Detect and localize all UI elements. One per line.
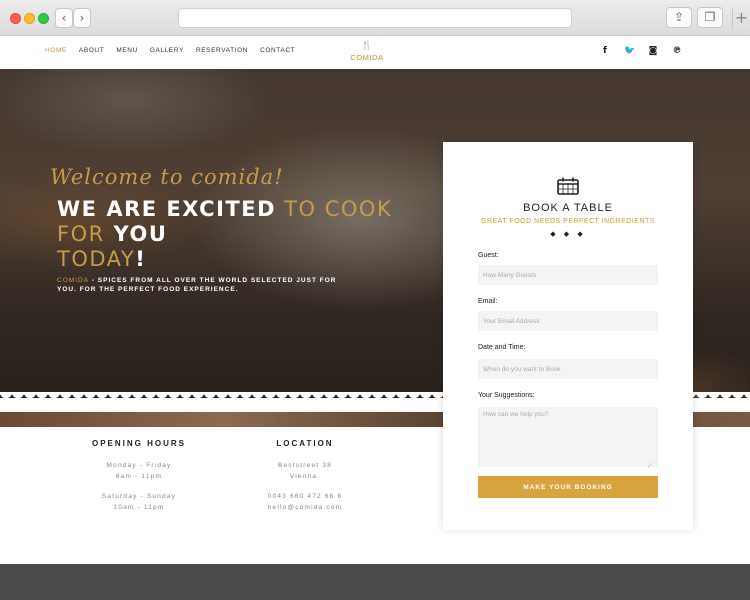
footer [0, 564, 750, 600]
weekend-time: 10am - 11pm [113, 504, 165, 511]
back-button[interactable]: ‹ [55, 8, 73, 28]
suggestions-label: Your Suggestions: [478, 392, 535, 399]
nav-reservation[interactable]: RESERVATION [196, 47, 248, 54]
chevron-right-icon: › [79, 11, 85, 25]
tagline-brand: COMIDA [57, 277, 89, 284]
maximize-window-button[interactable] [38, 13, 49, 24]
weekend-days: Saturday - Sunday [101, 493, 177, 500]
street-address: Beststreet 38 [278, 462, 332, 469]
diamond-divider: ◆ ◆ ◆ [550, 230, 586, 238]
headline-part-3: YOU [104, 222, 168, 246]
twitter-icon[interactable]: 🐦 [624, 46, 635, 56]
site-logo[interactable]: 🍴 COMIDA [345, 41, 389, 63]
weekday-days: Monday - Friday [106, 462, 172, 469]
share-button[interactable]: ⇪ [666, 7, 692, 28]
fork-knife-icon: 🍴 [361, 41, 373, 51]
guest-input[interactable] [478, 265, 658, 285]
city: Vienna. [289, 473, 321, 480]
headline-part-4: TODAY [57, 247, 136, 271]
email-input[interactable] [478, 311, 658, 331]
facebook-icon[interactable]: f [600, 46, 610, 56]
tabs-icon: ❐ [704, 10, 716, 24]
make-booking-button[interactable]: MAKE YOUR BOOKING [478, 476, 658, 498]
instagram-icon[interactable]: ◙ [648, 46, 658, 56]
forward-button[interactable]: › [73, 8, 91, 28]
booking-subtitle: GREAT FOOD NEEDS PERFECT INGREDIENTS [481, 218, 655, 225]
email-label: Email: [478, 298, 498, 305]
suggestions-textarea[interactable] [478, 407, 658, 467]
browser-toolbar: ‹ › ⇪ ❐ + [0, 0, 750, 36]
date-label: Date and Time: [478, 344, 526, 351]
hero-tagline: COMIDA - SPICES FROM ALL OVER THE WORLD … [57, 276, 337, 294]
nav-menu[interactable]: MENU [116, 47, 138, 54]
pinterest-icon[interactable]: ℗ [672, 46, 682, 56]
guest-label: Guest: [478, 252, 499, 259]
share-icon: ⇪ [673, 10, 685, 24]
booking-title: BOOK A TABLE [523, 202, 613, 214]
location-title: LOCATION [276, 439, 334, 448]
social-links: f 🐦 ◙ ℗ [600, 46, 682, 56]
nav-gallery[interactable]: GALLERY [150, 47, 184, 54]
nav-contact[interactable]: CONTACT [260, 47, 295, 54]
main-menu: HOME ABOUT MENU GALLERY RESERVATION CONT… [45, 47, 295, 54]
date-time-input[interactable] [478, 359, 658, 379]
calendar-icon [557, 177, 579, 195]
tagline-text: - SPICES FROM ALL OVER THE WORLD SELECTE… [57, 277, 337, 293]
close-window-button[interactable] [10, 13, 21, 24]
headline-part-1: WE ARE EXCITED [57, 197, 277, 221]
email-address[interactable]: hello@comida.com [240, 502, 370, 513]
resize-handle[interactable]: ⁄ [649, 462, 650, 470]
chevron-left-icon: ‹ [61, 11, 67, 25]
address-bar[interactable] [178, 8, 572, 28]
plus-icon: + [734, 8, 749, 27]
hero-headline: WE ARE EXCITED TO COOK FOR YOU TODAY! [57, 197, 397, 272]
opening-hours-title: OPENING HOURS [91, 439, 186, 448]
phone-number: 0043 660 472 66 8 [267, 493, 343, 500]
headline-part-5: ! [135, 247, 147, 271]
tabs-button[interactable]: ❐ [697, 7, 723, 28]
opening-hours: OPENING HOURS Monday - Friday 8am - 11pm… [74, 439, 204, 513]
nav-about[interactable]: ABOUT [79, 47, 104, 54]
location: LOCATION Beststreet 38 Vienna. 0043 660 … [240, 439, 370, 513]
welcome-text: Welcome to comida! [50, 165, 284, 189]
minimize-window-button[interactable] [24, 13, 35, 24]
site-header: HOME ABOUT MENU GALLERY RESERVATION CONT… [0, 36, 750, 69]
booking-card: BOOK A TABLE GREAT FOOD NEEDS PERFECT IN… [443, 142, 693, 530]
logo-text: COMIDA [350, 53, 384, 62]
weekday-time: 8am - 11pm [115, 473, 163, 480]
new-tab-button[interactable]: + [732, 8, 750, 28]
nav-home[interactable]: HOME [45, 47, 67, 54]
